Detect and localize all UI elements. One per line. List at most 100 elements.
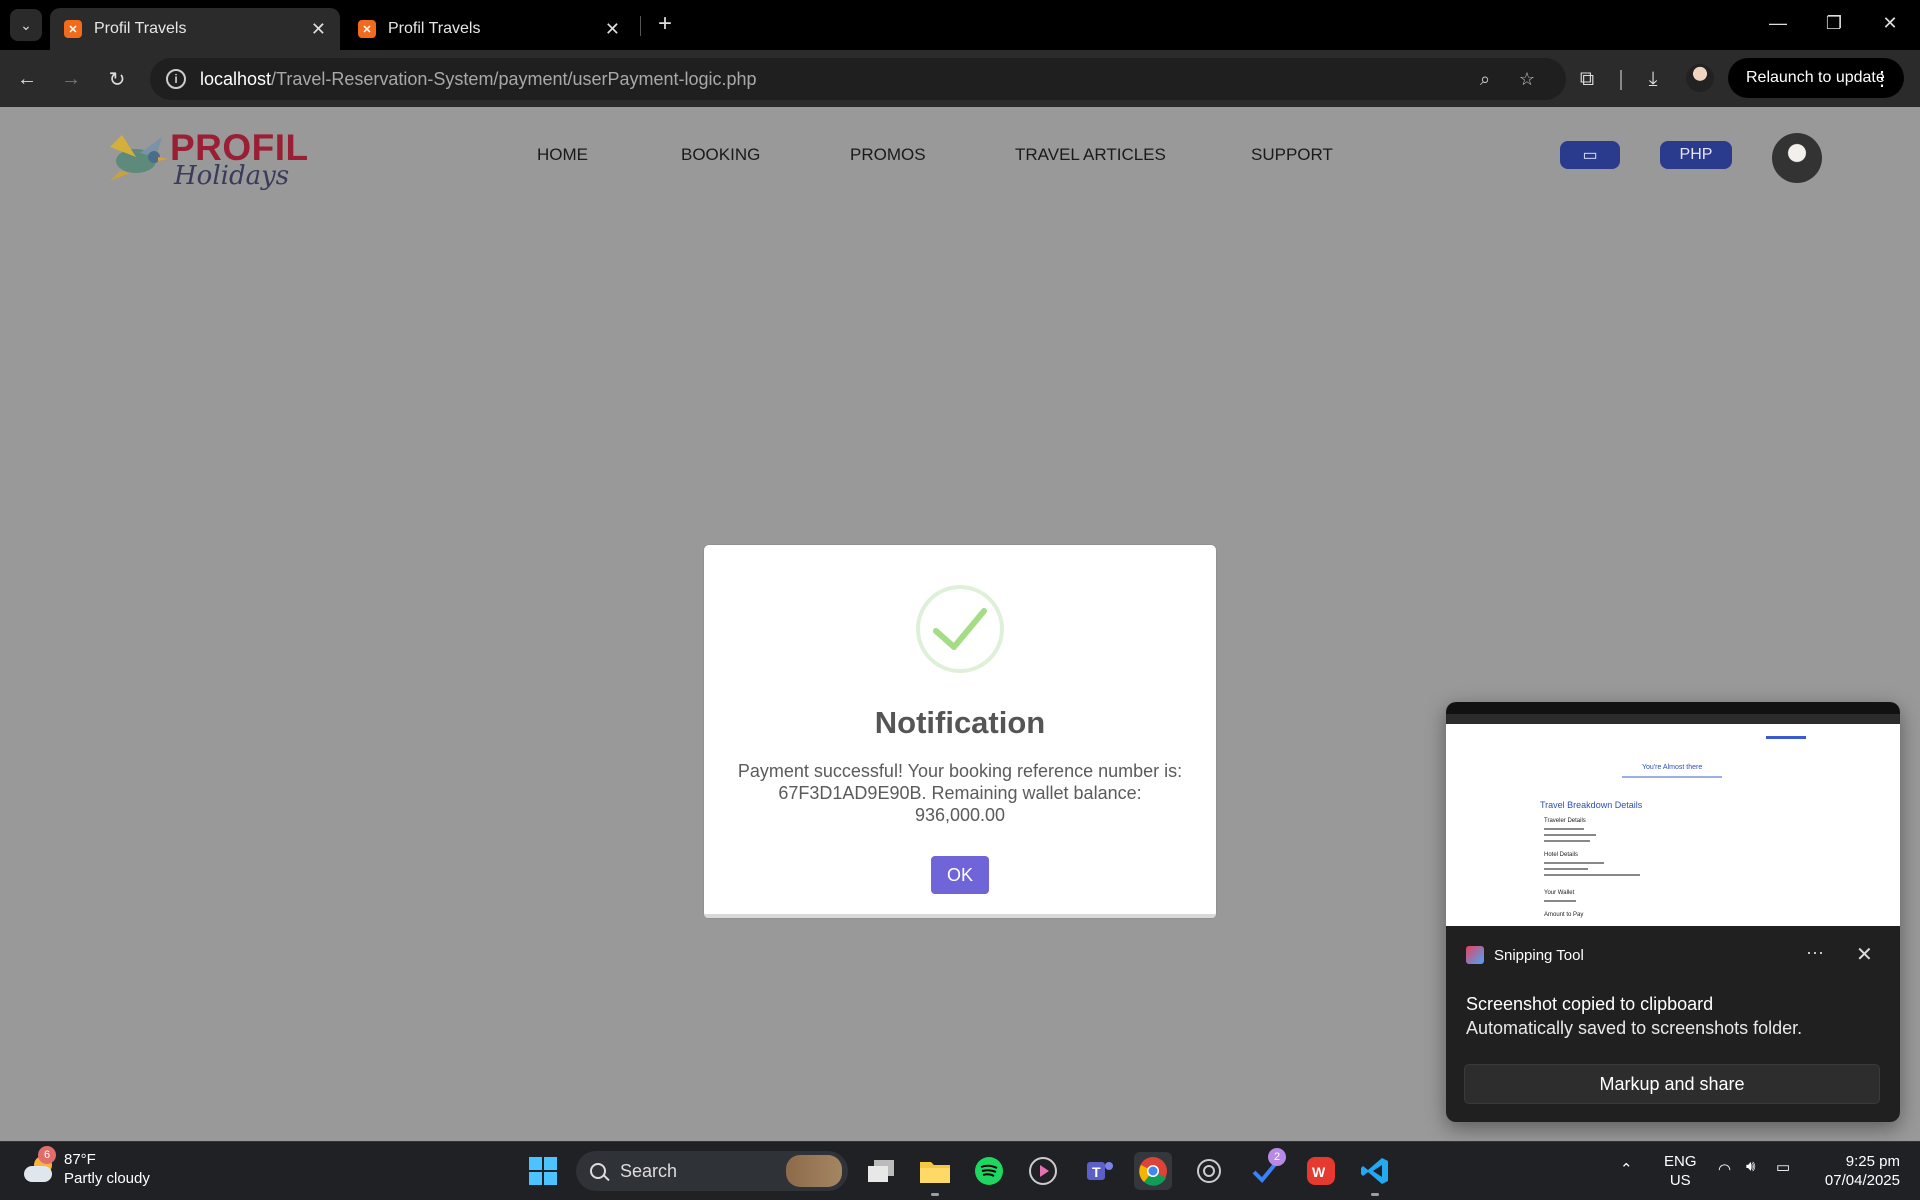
todo-icon[interactable]: 2 (1246, 1148, 1286, 1190)
notification-modal: Notification Payment successful! Your bo… (704, 545, 1216, 918)
thumb-line (1622, 776, 1722, 778)
xampp-favicon-icon: ✕ (358, 20, 376, 38)
tab-profil-travels[interactable]: ✕ Profil Travels ✕ (344, 8, 634, 50)
id-card-button[interactable]: ▭ (1560, 141, 1620, 169)
tab-close-icon[interactable]: ✕ (605, 19, 620, 40)
wps-office-icon[interactable]: W (1302, 1152, 1340, 1190)
lang-line-1: ENG (1664, 1153, 1697, 1170)
markup-and-share-button[interactable]: Markup and share (1464, 1064, 1880, 1104)
taskbar-search[interactable]: Search (576, 1151, 848, 1191)
toolbar-separator (1620, 70, 1622, 90)
battery-icon[interactable]: ▭ (1776, 1158, 1790, 1176)
url-host: localhost (200, 68, 272, 89)
nav-travel-articles[interactable]: TRAVEL ARTICLES (1015, 145, 1166, 165)
clock-date: 07/04/2025 (1824, 1172, 1900, 1189)
logo-word-holidays: Holidays (174, 161, 290, 191)
tab-separator (640, 16, 641, 36)
forward-arrow-icon[interactable]: → (54, 62, 88, 96)
screenshot-thumbnail[interactable]: You're Almost there Travel Breakdown Det… (1446, 702, 1900, 926)
chatgpt-icon[interactable] (1190, 1152, 1228, 1190)
task-view-icon[interactable] (862, 1152, 900, 1190)
profile-avatar-icon[interactable] (1686, 64, 1714, 92)
wifi-icon[interactable]: ◠ (1718, 1160, 1731, 1178)
system-clock[interactable]: 9:25 pm 07/04/2025 (1804, 1152, 1900, 1190)
weather-widget[interactable]: 6 87°F Partly cloudy (22, 1146, 150, 1188)
thumb-section-2: Hotel Details (1544, 852, 1579, 858)
bookmark-star-icon[interactable]: ☆ (1516, 68, 1538, 90)
snipping-tool-notification: You're Almost there Travel Breakdown Det… (1446, 702, 1900, 1122)
thumb-line (1544, 874, 1640, 876)
todo-badge: 2 (1268, 1148, 1286, 1166)
thumb-line (1544, 868, 1588, 870)
tab-title: Profil Travels (388, 20, 481, 37)
tray-overflow-icon[interactable]: ⌃ (1620, 1160, 1633, 1178)
start-button[interactable] (524, 1152, 562, 1190)
modal-title: Notification (874, 705, 1046, 740)
ok-button[interactable]: OK (931, 856, 989, 894)
thumb-heading-2: Travel Breakdown Details (1540, 800, 1643, 810)
lang-line-2: US (1669, 1172, 1691, 1189)
vscode-icon[interactable] (1356, 1152, 1394, 1196)
user-avatar[interactable] (1772, 133, 1822, 183)
thumb-line (1544, 840, 1590, 842)
teams-icon[interactable]: T (1080, 1152, 1118, 1190)
toast-line-1: Screenshot copied to clipboard (1466, 994, 1714, 1014)
new-tab-button[interactable]: + (650, 9, 680, 39)
thumb-line (1544, 834, 1596, 836)
relaunch-button[interactable]: Relaunch to update ⋮ (1728, 58, 1904, 98)
thumb-tabstrip (1446, 702, 1900, 714)
search-label: Search (620, 1160, 678, 1181)
toast-close-icon[interactable]: ✕ (1856, 942, 1873, 967)
file-explorer-icon[interactable] (916, 1152, 954, 1196)
toast-app-header: Snipping Tool (1466, 946, 1584, 964)
partly-cloudy-icon: 6 (22, 1146, 56, 1186)
svg-text:W: W (1312, 1164, 1326, 1180)
toast-more-icon[interactable]: ··· (1806, 942, 1824, 963)
tab-profil-travels-active[interactable]: ✕ Profil Travels ✕ (50, 8, 340, 50)
id-card-icon: ▭ (1582, 147, 1598, 164)
window-close-icon[interactable]: ✕ (1862, 0, 1918, 46)
site-info-icon[interactable]: i (166, 69, 186, 89)
tab-title: Profil Travels (94, 20, 187, 37)
address-bar[interactable]: i localhost /Travel-Reservation-System/p… (150, 58, 1566, 100)
thumb-heading-1: You're Almost there (1642, 764, 1703, 771)
back-arrow-icon[interactable]: ← (10, 62, 44, 96)
thumb-line (1544, 828, 1584, 830)
browser-toolbar: ← → ↻ i localhost /Travel-Reservation-Sy… (0, 50, 1920, 107)
modal-message: Payment successful! Your booking referen… (737, 761, 1183, 825)
snipping-tool-icon (1466, 946, 1484, 964)
thumb-line (1544, 900, 1576, 902)
reload-icon[interactable]: ↻ (100, 62, 134, 96)
weather-temp: 87°F (64, 1151, 96, 1168)
modal-progress-bar (704, 914, 1216, 918)
language-indicator[interactable]: ENG US (1664, 1152, 1697, 1190)
currency-button[interactable]: PHP (1660, 141, 1732, 169)
thumb-section-1: Traveler Details (1544, 818, 1586, 824)
tab-strip: ⌄ ✕ Profil Travels ✕ ✕ Profil Travels ✕ … (0, 0, 1920, 50)
weather-desc: Partly cloudy (64, 1170, 150, 1187)
windows-logo-icon (529, 1157, 557, 1185)
extensions-icon[interactable]: ⧉ (1570, 62, 1604, 96)
tab-search-button[interactable]: ⌄ (10, 9, 42, 41)
nav-booking[interactable]: BOOKING (681, 145, 760, 165)
chrome-icon[interactable] (1134, 1152, 1172, 1190)
restore-icon[interactable]: ❐ (1806, 0, 1862, 46)
minimize-icon[interactable]: — (1750, 0, 1806, 46)
download-icon[interactable]: ⤓ (1636, 62, 1670, 96)
toast-line-2: Automatically saved to screenshots folde… (1466, 1018, 1803, 1038)
thumb-nav-bar (1766, 736, 1806, 739)
volume-icon[interactable]: 🔊︎ (1746, 1158, 1755, 1175)
success-check-icon (916, 585, 1004, 673)
media-player-icon[interactable] (1024, 1152, 1062, 1190)
nav-promos[interactable]: PROMOS (850, 145, 926, 165)
profil-holidays-logo[interactable]: PROFIL Holidays (98, 117, 308, 197)
weather-badge: 6 (38, 1146, 56, 1164)
zoom-icon[interactable]: ⌕ (1474, 68, 1496, 90)
nav-support[interactable]: SUPPORT (1251, 145, 1333, 165)
tab-close-icon[interactable]: ✕ (311, 19, 326, 40)
more-menu-icon[interactable]: ⋮ (1872, 66, 1892, 91)
thumb-section-4: Amount to Pay (1544, 912, 1584, 918)
nav-home[interactable]: HOME (537, 145, 588, 165)
relaunch-label: Relaunch to update (1746, 69, 1885, 86)
spotify-icon[interactable] (970, 1152, 1008, 1190)
